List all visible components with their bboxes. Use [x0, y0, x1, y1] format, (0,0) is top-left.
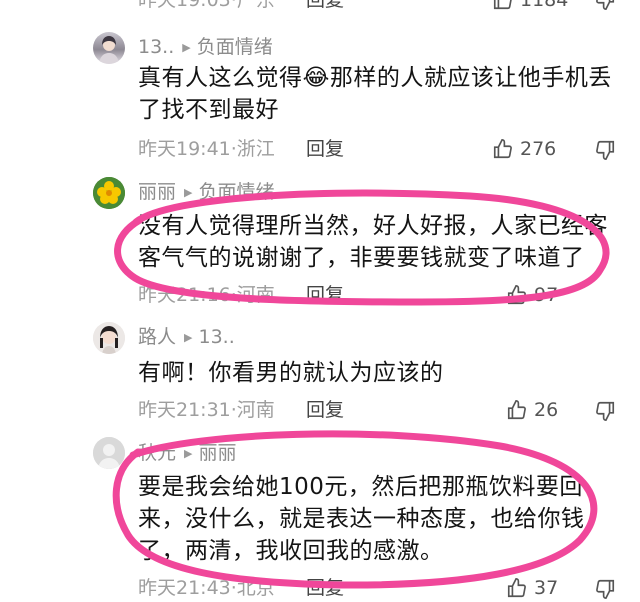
comment-meta: 昨天21:43·北京 [138, 577, 275, 599]
like-count: 26 [534, 399, 559, 421]
tag[interactable]: 丽丽 [198, 442, 236, 464]
comment-0: 昨天19:03·广东 回复 1184 [0, 0, 640, 14]
thumbs-up-icon [507, 578, 526, 598]
reply-to-arrow-icon: ▶ [184, 447, 193, 460]
thumbs-up-icon [493, 139, 512, 159]
like-button[interactable]: 276 [492, 135, 556, 163]
like-count: 37 [534, 577, 559, 599]
thumbs-down-icon[interactable] [594, 0, 616, 11]
like-button[interactable]: 26 [506, 396, 558, 424]
reply-to-arrow-icon: ▶ [182, 41, 191, 54]
comment-header: 丽丽 ▶ 负面情绪 [138, 179, 275, 205]
reply-button[interactable]: 回复 [306, 135, 344, 163]
username[interactable]: 秋元 [138, 442, 176, 464]
thumbs-up-icon [507, 285, 526, 305]
avatar[interactable] [93, 32, 125, 64]
like-button[interactable]: 97 [506, 281, 558, 309]
thumbs-down-icon[interactable] [594, 400, 616, 422]
comment-text: 没有人觉得理所当然，好人好报，人家已经客客气气的说谢谢了，非要要钱就变了味道了 [138, 213, 608, 271]
username[interactable]: 丽丽 [138, 181, 176, 203]
like-count: 1184 [520, 0, 569, 11]
like-button[interactable]: 1184 [492, 0, 568, 14]
comment-meta: 昨天21:16·河南 [138, 284, 275, 306]
thumbs-down-icon[interactable] [594, 139, 616, 161]
comment-header: 路人 ▶ 13.. [138, 324, 235, 350]
tag[interactable]: 负面情绪 [197, 36, 273, 58]
laughing-emoji-icon: 😂 [302, 65, 330, 91]
avatar[interactable] [93, 322, 125, 354]
like-count: 97 [534, 284, 559, 306]
comment-header: 13.. ▶ 负面情绪 [138, 34, 273, 60]
comment-text: 要是我会给她100元，然后把那瓶饮料要回来，没什么，就是表达一种态度，也给你钱了… [138, 474, 585, 564]
avatar[interactable] [93, 177, 125, 209]
comment-header: 秋元 ▶ 丽丽 [138, 440, 237, 466]
like-count: 276 [520, 138, 557, 160]
comment-text: 有啊！你看男的就认为应该的 [138, 360, 444, 386]
comment-meta: 昨天19:41·浙江 [138, 138, 275, 160]
comment-text-part: 真有人这么觉得 [138, 65, 303, 91]
avatar[interactable] [93, 437, 125, 469]
username[interactable]: 路人 [138, 326, 176, 348]
username[interactable]: 13.. [138, 36, 174, 58]
tag[interactable]: 负面情绪 [198, 181, 274, 203]
reply-button[interactable]: 回复 [306, 574, 344, 602]
comment-text: 真有人这么觉得😂那样的人就应该让他手机丢了找不到最好 [138, 62, 618, 126]
thumbs-down-icon[interactable] [594, 578, 616, 600]
thumbs-up-icon [493, 0, 512, 10]
thumbs-up-icon [507, 400, 526, 420]
reply-button[interactable]: 回复 [306, 0, 344, 14]
reply-button[interactable]: 回复 [306, 396, 344, 424]
like-button[interactable]: 37 [506, 574, 558, 602]
reply-button[interactable]: 回复 [306, 281, 344, 309]
tag[interactable]: 13.. [198, 326, 234, 348]
comment-meta: 昨天19:03·广东 [138, 0, 275, 11]
reply-to-arrow-icon: ▶ [184, 331, 193, 344]
comment-meta: 昨天21:31·河南 [138, 399, 275, 421]
reply-to-arrow-icon: ▶ [184, 186, 193, 199]
